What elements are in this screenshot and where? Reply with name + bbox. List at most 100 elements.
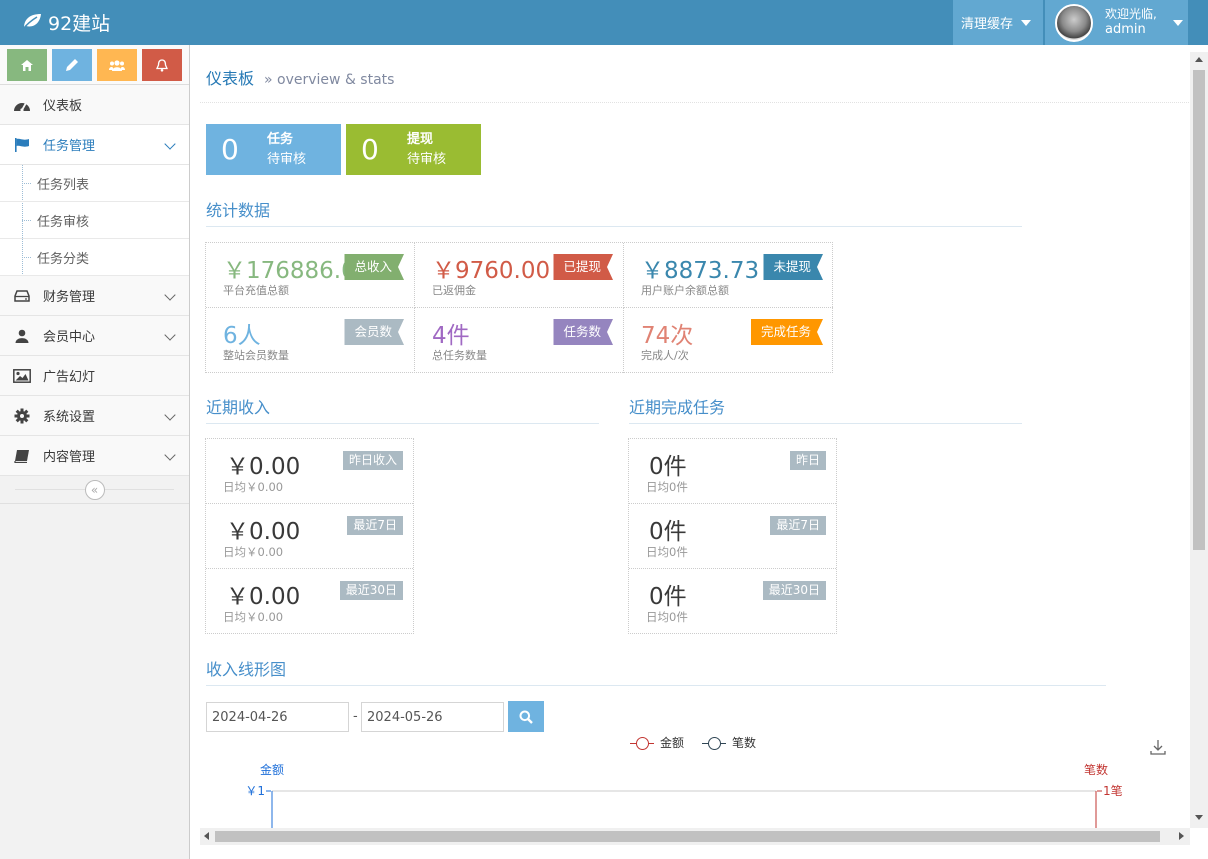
brand[interactable]: 92建站 xyxy=(22,9,110,36)
sidebar-item-task-review[interactable]: 任务审核 xyxy=(0,202,189,239)
task-submenu: 任务列表 任务审核 任务分类 xyxy=(0,165,189,276)
stats-title: 统计数据 xyxy=(206,201,271,220)
tasks-desc: 日均0件 xyxy=(646,480,688,494)
infobox-withdraw-pending[interactable]: 0 提现 待审核 xyxy=(346,124,481,175)
user-menu[interactable]: 欢迎光临, admin xyxy=(1045,0,1188,45)
home-icon xyxy=(21,59,33,71)
sidebar-subitem-label: 任务分类 xyxy=(37,251,90,267)
infobox-value: 0 xyxy=(361,133,379,166)
income-value: ￥0.00 xyxy=(226,454,301,480)
search-icon xyxy=(519,710,533,724)
divider xyxy=(629,423,1022,424)
date-from-input[interactable]: 2024-04-26 xyxy=(206,702,349,732)
vertical-scrollbar[interactable] xyxy=(1190,52,1208,828)
home-shortcut-button[interactable] xyxy=(7,49,47,81)
sidebar-item-label: 会员中心 xyxy=(43,330,96,345)
sidebar-item-task-management[interactable]: 任务管理 xyxy=(0,125,189,165)
stat-tag: 总收入 xyxy=(344,254,404,280)
sidebar-item-label: 仪表板 xyxy=(43,99,83,114)
stat-desc: 整站会员数量 xyxy=(223,349,289,362)
infobox-value: 0 xyxy=(221,133,239,166)
tasks-row: 0件 日均0件 昨日 xyxy=(629,439,836,504)
tasks-badge: 最近7日 xyxy=(770,516,826,535)
page-title: 仪表板 xyxy=(206,69,255,88)
stat-desc: 完成人/次 xyxy=(641,349,689,362)
bell-shortcut-button[interactable] xyxy=(142,49,182,81)
tasks-title: 近期完成任务 xyxy=(629,398,726,417)
book-icon xyxy=(13,448,31,464)
chevron-down-icon xyxy=(164,138,176,150)
income-badge: 昨日收入 xyxy=(342,451,403,470)
y-right-tick: 1笔 xyxy=(1103,783,1123,798)
caret-down-icon xyxy=(1021,19,1032,26)
scrollbar-thumb[interactable] xyxy=(215,831,1160,842)
main-content: 仪表板 » overview & stats 0 任务 待审核 0 提现 待审核 统计… xyxy=(190,45,1208,859)
sidebar-item-task-list[interactable]: 任务列表 xyxy=(0,165,189,202)
sidebar-item-content[interactable]: 内容管理 xyxy=(0,436,189,476)
legend-label: 金额 xyxy=(660,736,685,750)
chart-legend: 金额 笔数 xyxy=(630,734,756,751)
divider xyxy=(206,685,1106,686)
sidebar-item-settings[interactable]: 系统设置 xyxy=(0,396,189,436)
tasks-desc: 日均0件 xyxy=(646,545,688,559)
bell-icon xyxy=(156,58,168,72)
sidebar-item-label: 任务管理 xyxy=(43,139,96,154)
stat-cell-total-income: ￥176886.0 平台充值总额 总收入 xyxy=(206,243,415,308)
scrollbar-thumb[interactable] xyxy=(1193,70,1205,550)
clear-cache-button[interactable]: 清理缓存 xyxy=(953,0,1043,45)
chevron-down-icon xyxy=(164,329,176,341)
navbar: 92建站 清理缓存 欢迎光临, admin xyxy=(0,0,1208,45)
stat-value: ￥8873.73 xyxy=(641,258,760,284)
hdd-icon xyxy=(13,288,31,304)
scroll-down-arrow-icon[interactable] xyxy=(1195,815,1203,821)
users-icon xyxy=(109,60,125,71)
sidebar-item-dashboard[interactable]: 仪表板 xyxy=(0,85,189,125)
clear-cache-label: 清理缓存 xyxy=(961,17,1014,32)
income-desc: 日均￥0.00 xyxy=(223,480,284,494)
income-value: ￥0.00 xyxy=(226,584,301,610)
y-right-axis-label: 笔数 xyxy=(1084,762,1108,777)
flag-icon xyxy=(13,137,31,153)
pencil-shortcut-button[interactable] xyxy=(52,49,92,81)
stat-cell-tasks: 4件 总任务数量 任务数 xyxy=(415,308,624,373)
income-row: ￥0.00 日均￥0.00 最近30日 xyxy=(206,569,413,634)
stats-grid: ￥176886.0 平台充值总额 总收入 ￥9760.00 已返佣金 已提现 ￥… xyxy=(205,242,833,373)
username: admin xyxy=(1105,22,1146,37)
picture-icon xyxy=(13,368,31,384)
sidebar-subitem-label: 任务列表 xyxy=(37,177,90,193)
sidebar-item-label: 广告幻灯 xyxy=(43,370,96,385)
scroll-up-arrow-icon[interactable] xyxy=(1195,57,1203,63)
legend-marker[interactable] xyxy=(630,736,654,750)
scroll-right-arrow-icon[interactable] xyxy=(1179,832,1185,840)
welcome-text: 欢迎光临, admin xyxy=(1105,7,1157,37)
income-value: ￥0.00 xyxy=(226,519,301,545)
search-button[interactable] xyxy=(508,701,544,732)
infobox-sub: 待审核 xyxy=(407,151,447,167)
double-angle-left-icon[interactable]: « xyxy=(84,479,105,500)
stat-tag: 未提现 xyxy=(763,254,823,280)
stat-tag: 完成任务 xyxy=(751,319,823,345)
income-badge: 最近7日 xyxy=(347,516,403,535)
stat-value: 74次 xyxy=(641,323,694,349)
leaf-icon xyxy=(22,12,42,34)
sidebar-item-finance[interactable]: 财务管理 xyxy=(0,276,189,316)
pencil-icon xyxy=(66,59,78,71)
stat-value: 6人 xyxy=(223,323,261,349)
infobox-task-pending[interactable]: 0 任务 待审核 xyxy=(206,124,341,175)
infobox-sub: 待审核 xyxy=(267,151,307,167)
stat-value: ￥176886.0 xyxy=(223,258,356,284)
income-desc: 日均￥0.00 xyxy=(223,545,284,559)
tasks-value: 0件 xyxy=(649,584,687,610)
date-to-input[interactable]: 2024-05-26 xyxy=(361,702,504,732)
stat-cell-withdrawn: ￥9760.00 已返佣金 已提现 xyxy=(415,243,624,308)
tasks-value: 0件 xyxy=(649,519,687,545)
sidebar-subitem-label: 任务审核 xyxy=(37,214,90,230)
sidebar-item-task-category[interactable]: 任务分类 xyxy=(0,239,189,276)
users-shortcut-button[interactable] xyxy=(97,49,137,81)
divider xyxy=(206,423,599,424)
sidebar-item-ads[interactable]: 广告幻灯 xyxy=(0,356,189,396)
horizontal-scrollbar[interactable] xyxy=(200,828,1190,845)
legend-marker[interactable] xyxy=(702,736,727,750)
scroll-left-arrow-icon[interactable] xyxy=(204,832,210,840)
sidebar-item-members[interactable]: 会员中心 xyxy=(0,316,189,356)
